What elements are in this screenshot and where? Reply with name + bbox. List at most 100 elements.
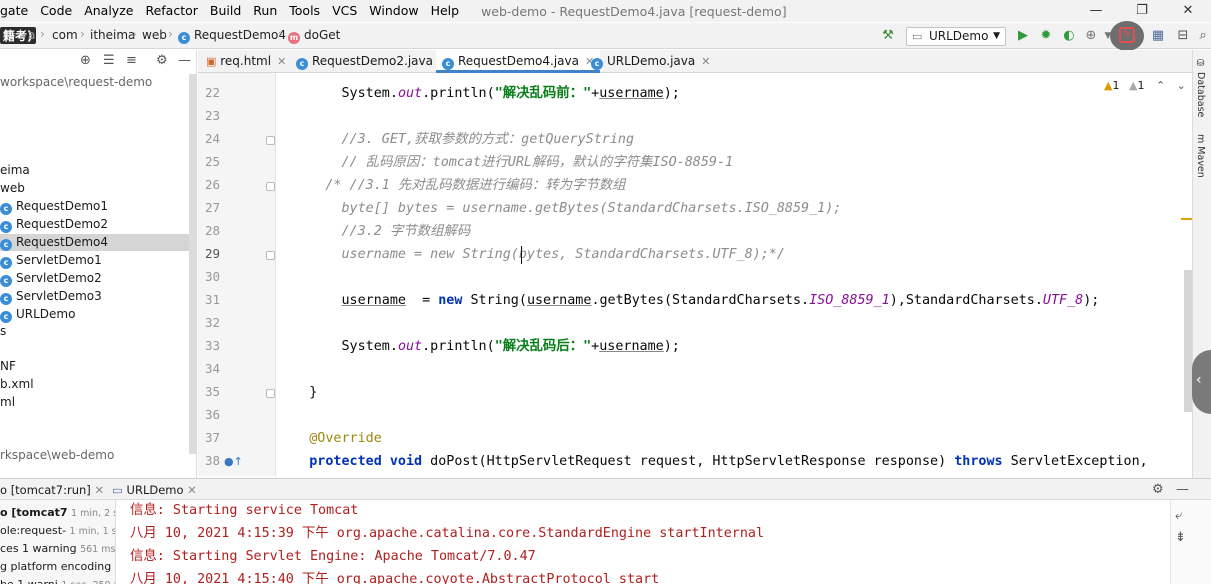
- close-icon[interactable]: ✕: [94, 483, 104, 497]
- minimize-button[interactable]: —: [1073, 0, 1119, 22]
- profile-icon[interactable]: ⊕: [1083, 28, 1099, 44]
- code-token: .getBytes(StandardCharsets.: [591, 293, 810, 308]
- run-tree-item[interactable]: o [tomcat7 1 min, 2 sec: [0, 505, 115, 521]
- soft-wrap-icon[interactable]: ⤶: [1175, 508, 1182, 523]
- code-token: ServletException,: [1002, 454, 1148, 469]
- menu-item[interactable]: Help: [425, 0, 466, 22]
- breadcrumb-itheima[interactable]: itheima: [90, 28, 135, 42]
- gear-icon[interactable]: ⚙: [1152, 482, 1164, 497]
- run-tab-urldemo[interactable]: ▭ URLDemo ✕: [112, 483, 197, 497]
- tree-item-class[interactable]: c RequestDemo2: [0, 216, 196, 233]
- database-tool-tab[interactable]: ⛁ Database: [1195, 58, 1206, 117]
- class-icon: c: [0, 275, 12, 287]
- breadcrumb-web[interactable]: web: [142, 28, 167, 42]
- gear-icon[interactable]: ⚙: [156, 53, 168, 68]
- run-tree-item[interactable]: g platform encoding (: [0, 559, 115, 575]
- run-tab-tomcat[interactable]: o [tomcat7:run] ✕: [0, 483, 104, 497]
- fold-marker-icon[interactable]: [266, 182, 275, 191]
- fold-marker-icon[interactable]: [266, 251, 275, 260]
- tree-item-folder[interactable]: NF: [0, 358, 196, 375]
- run-icon[interactable]: ▶: [1015, 28, 1031, 44]
- tree-item-class[interactable]: c RequestDemo1: [0, 198, 196, 215]
- menu-item[interactable]: Refactor: [139, 0, 203, 22]
- class-icon: c: [591, 58, 603, 70]
- tree-item-label: URLDemo: [16, 307, 76, 321]
- menu-item[interactable]: Code: [34, 0, 78, 22]
- warning-marker[interactable]: [1181, 218, 1192, 220]
- project-root-path[interactable]: workspace\request-demo: [0, 74, 196, 91]
- close-icon[interactable]: ✕: [277, 55, 286, 68]
- tab-req-html[interactable]: ▣ req.html ✕: [200, 50, 292, 73]
- menu-item[interactable]: Analyze: [78, 0, 139, 22]
- tree-item-class[interactable]: c ServletDemo3: [0, 288, 196, 305]
- locate-icon[interactable]: ⊕: [80, 53, 91, 68]
- search-icon[interactable]: ⌕: [1195, 28, 1211, 44]
- hide-icon[interactable]: —: [1176, 482, 1189, 497]
- project-root-path[interactable]: rkspace\web-demo: [0, 447, 196, 464]
- layout-icon[interactable]: ⊟: [1175, 28, 1191, 44]
- restore-button[interactable]: ❐: [1119, 0, 1165, 22]
- screen-annotation-button[interactable]: ✎: [1110, 21, 1144, 51]
- run-tree-time: 1 min, 2 sec: [71, 508, 115, 519]
- tab-urldemo[interactable]: c URLDemo.java ✕: [585, 50, 716, 73]
- tree-item-class[interactable]: c ServletDemo1: [0, 252, 196, 269]
- class-icon: c: [0, 311, 12, 323]
- side-drawer-handle[interactable]: ‹: [1192, 350, 1211, 414]
- chevron-left-icon: ‹: [1196, 372, 1202, 388]
- tree-item-file[interactable]: ml: [0, 394, 196, 411]
- menu-item[interactable]: Build: [204, 0, 247, 22]
- debug-icon[interactable]: ✹: [1038, 28, 1054, 44]
- maven-tool-tab[interactable]: m Maven: [1195, 134, 1206, 178]
- tree-item-package[interactable]: eima: [0, 162, 196, 179]
- hide-icon[interactable]: —: [178, 53, 191, 68]
- chevron-up-icon[interactable]: ⌃: [1156, 79, 1165, 92]
- run-tree-item[interactable]: ole:request- 1 min, 1 sec: [0, 523, 115, 539]
- tree-item-package[interactable]: web: [0, 180, 196, 197]
- close-icon[interactable]: ✕: [187, 483, 197, 497]
- inspection-widget[interactable]: ▲1 ▲1 ⌃ ⌄: [1104, 79, 1186, 92]
- breadcrumb-requestdemo4[interactable]: c RequestDemo4: [178, 28, 286, 44]
- expand-all-icon[interactable]: ☰: [103, 53, 115, 68]
- breadcrumb-com[interactable]: com: [52, 28, 78, 42]
- run-tree-item[interactable]: ces 1 warning 561 ms: [0, 541, 115, 557]
- menu-item[interactable]: Tools: [283, 0, 326, 22]
- collapse-all-icon[interactable]: ≡: [126, 53, 137, 68]
- breadcrumb-label: doGet: [304, 28, 341, 42]
- line-number: 27: [204, 200, 220, 215]
- menu-item[interactable]: Window: [363, 0, 424, 22]
- fold-marker-icon[interactable]: [266, 389, 275, 398]
- tree-item-file[interactable]: b.xml: [0, 376, 196, 393]
- hammer-build-icon[interactable]: ⚒: [880, 28, 896, 44]
- fold-marker-icon[interactable]: [266, 136, 275, 145]
- project-scrollbar[interactable]: [189, 74, 196, 454]
- override-marker-icon[interactable]: ●↑: [224, 455, 243, 468]
- project-structure-icon[interactable]: ▦: [1150, 28, 1166, 44]
- scroll-to-end-icon[interactable]: ⇟: [1175, 530, 1186, 545]
- editor-scrollbar[interactable]: [1184, 270, 1192, 412]
- close-button[interactable]: ✕: [1165, 0, 1211, 22]
- menu-item[interactable]: VCS: [326, 0, 363, 22]
- chevron-down-icon: ▼: [993, 31, 1000, 41]
- run-tree-item[interactable]: be 1 warni 1 sec, 250 ms: [0, 577, 115, 584]
- coverage-icon[interactable]: ◐: [1061, 28, 1077, 44]
- close-icon[interactable]: ✕: [701, 55, 710, 68]
- console-output[interactable]: 信息: Starting service Tomcat 八月 10, 2021 4…: [117, 500, 1170, 584]
- config-icon: ▭: [912, 30, 923, 43]
- code-editor[interactable]: System.out.println("解决乱码前："+username); /…: [277, 73, 1192, 476]
- tree-item-folder[interactable]: s: [0, 323, 196, 340]
- tree-item-class[interactable]: c URLDemo: [0, 306, 196, 323]
- tree-item-label: ServletDemo3: [16, 289, 102, 303]
- tab-requestdemo4[interactable]: c RequestDemo4.java ✕: [436, 50, 601, 73]
- code-token: //3. GET,获取参数的方式：getQueryString: [277, 132, 635, 147]
- tree-item-class[interactable]: c ServletDemo2: [0, 270, 196, 287]
- chevron-down-icon[interactable]: ⌄: [1177, 79, 1186, 92]
- menu-item[interactable]: gate: [0, 0, 34, 22]
- menu-item[interactable]: Run: [247, 0, 283, 22]
- run-config-select[interactable]: ▭ URLDemo ▼: [906, 27, 1006, 46]
- breadcrumb-doget[interactable]: m doGet: [288, 28, 340, 44]
- tree-item-class-selected[interactable]: c RequestDemo4: [0, 234, 196, 251]
- tab-requestdemo2[interactable]: cRequestDemo2.java✕: [290, 50, 454, 73]
- code-token: System.: [277, 86, 398, 101]
- code-token: // 乱码原因：tomcat进行URL解码，默认的字符集ISO-8859-1: [277, 155, 734, 170]
